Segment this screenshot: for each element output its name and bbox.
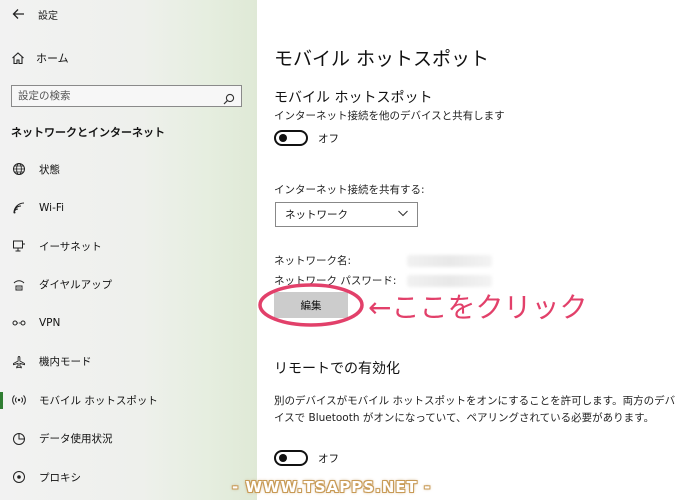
data-usage-icon xyxy=(12,432,26,446)
share-connection-dropdown[interactable]: ネットワーク xyxy=(275,202,418,227)
proxy-icon xyxy=(12,470,26,484)
wifi-icon xyxy=(12,201,26,215)
home-icon xyxy=(10,50,26,66)
airplane-icon xyxy=(12,355,26,369)
remote-section-title: リモートでの有効化 xyxy=(274,361,400,377)
remote-toggle-row: オフ xyxy=(274,450,339,466)
remote-description: 別のデバイスがモバイル ホットスポットをオンにすることを許可します。両方のデバイ… xyxy=(274,395,676,424)
network-name-value-redacted xyxy=(407,255,492,267)
sidebar-item-mobile-hotspot[interactable]: モバイル ホットスポット xyxy=(0,381,257,420)
sidebar-item-dialup[interactable]: ダイヤルアップ xyxy=(0,266,257,305)
remote-toggle-state: オフ xyxy=(318,452,339,465)
sidebar-item-label: 機内モード xyxy=(39,356,92,369)
hotspot-toggle[interactable] xyxy=(274,130,308,146)
hotspot-icon xyxy=(12,393,26,407)
network-name-label: ネットワーク名: xyxy=(274,255,352,267)
main-content: モバイル ホットスポット モバイル ホットスポット インターネット接続を他のデバ… xyxy=(257,0,700,500)
sidebar-item-label: VPN xyxy=(39,317,61,330)
sidebar-item-label: 状態 xyxy=(39,163,60,176)
sidebar-item-label: プロキシ xyxy=(39,471,81,484)
sidebar-item-proxy[interactable]: プロキシ xyxy=(0,458,257,497)
edit-button[interactable]: 編集 xyxy=(274,292,348,318)
sidebar-item-status[interactable]: 状態 xyxy=(0,150,257,189)
arrow-left-icon xyxy=(12,9,24,19)
section-heading: ネットワークとインターネット xyxy=(11,126,165,139)
sidebar-item-wifi[interactable]: Wi-Fi xyxy=(0,189,257,228)
hotspot-description: インターネット接続を他のデバイスと共有します xyxy=(274,110,505,122)
home-label: ホーム xyxy=(36,52,69,65)
dialup-icon xyxy=(12,278,26,292)
sidebar-home[interactable]: ホーム xyxy=(10,50,69,66)
sidebar-item-label: Wi-Fi xyxy=(39,201,65,214)
annotation-text: ←ここをクリック xyxy=(368,291,588,324)
hotspot-section-title: モバイル ホットスポット xyxy=(274,90,433,106)
vpn-icon xyxy=(12,316,26,330)
chevron-down-icon xyxy=(397,207,409,219)
share-connection-selected: ネットワーク xyxy=(285,209,348,221)
sidebar-item-label: ダイヤルアップ xyxy=(39,279,113,292)
globe-icon xyxy=(12,162,26,176)
ethernet-icon xyxy=(12,239,26,253)
page-title: モバイル ホットスポット xyxy=(274,48,490,70)
sidebar-item-label: モバイル ホットスポット xyxy=(39,394,158,407)
share-connection-label: インターネット接続を共有する: xyxy=(274,184,425,196)
sidebar-item-data-usage[interactable]: データ使用状況 xyxy=(0,420,257,459)
sidebar-nav: 状態 Wi-Fi イーサネット ダイヤルアップ VPN 機内モード モバイル ホ… xyxy=(0,150,257,497)
watermark: - WWW.TSAPPS.NET - xyxy=(232,478,432,496)
sidebar-item-label: データ使用状況 xyxy=(39,433,113,446)
back-button[interactable] xyxy=(0,0,36,28)
hotspot-toggle-row: オフ xyxy=(274,130,339,146)
sidebar: 設定 ホーム ネットワークとインターネット 状態 Wi-Fi xyxy=(0,0,257,500)
app-title: 設定 xyxy=(38,10,58,22)
search-box[interactable] xyxy=(11,85,242,107)
hotspot-toggle-state: オフ xyxy=(318,132,339,145)
sidebar-item-airplane-mode[interactable]: 機内モード xyxy=(0,343,257,382)
remote-toggle[interactable] xyxy=(274,450,308,466)
search-icon[interactable] xyxy=(223,90,235,105)
title-bar: 設定 xyxy=(0,0,257,28)
search-input[interactable] xyxy=(18,90,218,102)
sidebar-item-label: イーサネット xyxy=(39,240,102,253)
sidebar-item-vpn[interactable]: VPN xyxy=(0,304,257,343)
sidebar-item-ethernet[interactable]: イーサネット xyxy=(0,227,257,266)
